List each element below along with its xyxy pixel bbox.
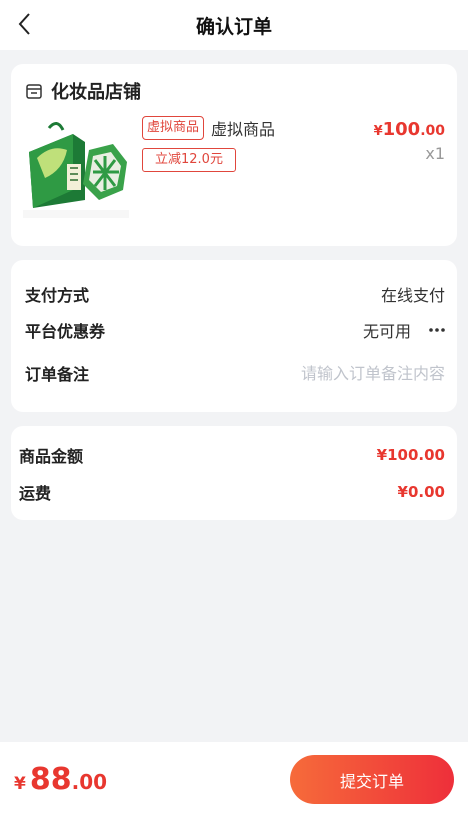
shipping-value: ¥0.00 [397,483,445,501]
price-currency: ¥ [373,124,383,139]
total-price: ¥88.00 [14,762,107,797]
total-currency: ¥ [14,774,26,794]
payment-method-row[interactable]: 支付方式 在线支付 [25,280,445,308]
discount-tag: 立减12.0元 [142,148,236,172]
coupon-value: 无可用 [362,322,411,341]
amount-card: 商品金额 ¥100.00 运费 ¥0.00 [11,426,457,520]
total-integer: 88 [29,762,72,797]
remark-row: 订单备注 [25,359,445,387]
shop-header: 化妆品店铺 [25,78,141,104]
remark-label: 订单备注 [25,365,90,384]
goods-amount-value: ¥100.00 [376,446,445,464]
order-info-card: 支付方式 在线支付 平台优惠券 无可用 订单备注 [11,260,457,412]
total-decimal: .00 [71,770,108,794]
remark-input[interactable] [255,363,445,383]
product-tags: 虚拟商品 虚拟商品 [142,116,275,140]
coupon-row[interactable]: 平台优惠券 无可用 [25,316,445,344]
shipping-label: 运费 [19,484,52,503]
back-icon[interactable] [12,10,36,38]
coupon-label: 平台优惠券 [25,322,106,341]
product-name[interactable]: 虚拟商品 [211,116,275,140]
bottom-bar: ¥88.00 提交订单 [0,742,468,825]
submit-order-button[interactable]: 提交订单 [290,755,454,804]
gift-box-product-image[interactable] [23,114,129,218]
price-decimal: .00 [420,123,445,139]
shop-name: 化妆品店铺 [51,82,141,103]
product-price: ¥100.00 [374,119,445,140]
store-icon [25,81,45,101]
price-integer: 100 [382,119,421,140]
coupon-value-wrap: 无可用 [363,318,445,342]
shop-card: 化妆品店铺 虚拟商品 虚拟商品 立减12.0元 ¥100.00 x1 [11,64,457,246]
shipping-row: 运费 ¥0.00 [19,479,445,505]
more-icon[interactable] [429,328,445,332]
goods-amount-label: 商品金额 [19,447,84,466]
payment-method-value: 在线支付 [380,286,445,305]
page-title: 确认订单 [195,15,272,38]
top-bar: 确认订单 [0,0,468,50]
payment-method-label: 支付方式 [25,286,90,305]
product-quantity: x1 [425,144,445,163]
virtual-goods-tag: 虚拟商品 [142,116,205,140]
goods-amount-row: 商品金额 ¥100.00 [19,442,445,468]
